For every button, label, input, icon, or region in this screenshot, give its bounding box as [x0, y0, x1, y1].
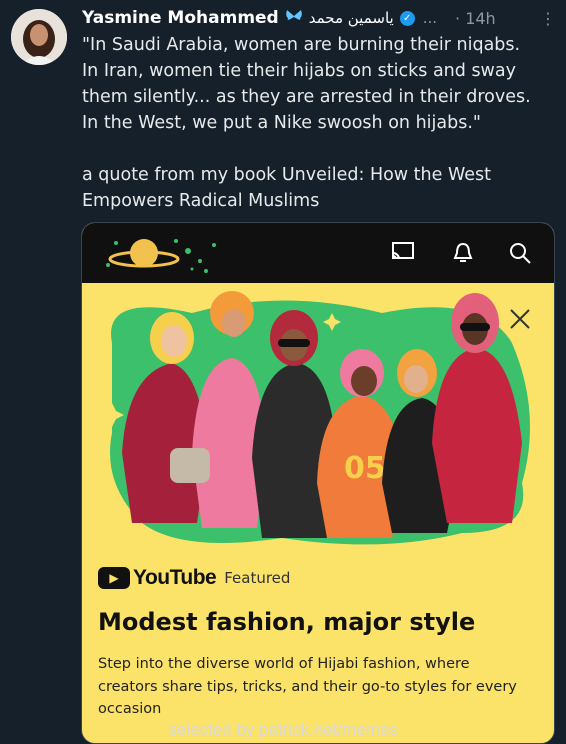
book-line: a quote from my book Unveiled: How the W… [82, 165, 491, 185]
media-card[interactable]: 05 ▶ YouTube Featured Modest fashion, ma… [81, 222, 555, 744]
app-top-bar [82, 223, 554, 283]
post-body: "In Saudi Arabia, women are burning thei… [82, 32, 552, 214]
quote-line: In the West, we put a Nike swoosh on hij… [82, 113, 481, 133]
card-title: Modest fashion, major style [98, 608, 476, 636]
illustration-group-of-women: 05 [100, 291, 530, 545]
youtube-wordmark: YouTube [133, 566, 217, 589]
planet-doodle-icon [106, 239, 216, 273]
quote-line: In Iran, women tie their hijabs on stick… [82, 61, 516, 81]
watermark: selected by patrick.net/memes [168, 720, 398, 739]
featured-label: Featured [224, 569, 291, 587]
description-line: occasion [98, 701, 162, 717]
verified-badge-icon: ✓ [399, 10, 415, 26]
description-line: Step into the diverse world of Hijabi fa… [98, 656, 470, 672]
close-icon[interactable] [508, 305, 532, 338]
more-options-icon[interactable]: ⋮ [540, 9, 556, 28]
ellipsis-text: ... [422, 9, 438, 27]
quote-line: them silently... as they are arrested in… [82, 87, 531, 107]
post-timestamp[interactable]: · 14h [455, 9, 496, 28]
bell-icon[interactable] [452, 241, 474, 270]
author-avatar[interactable] [11, 9, 67, 65]
author-name-arabic: ياسمين محمد [308, 9, 394, 27]
quote-line: "In Saudi Arabia, women are burning thei… [82, 35, 521, 55]
youtube-play-icon: ▶ [98, 567, 130, 589]
cast-icon[interactable] [390, 241, 416, 268]
description-line: creators share tips, tricks, and their g… [98, 678, 517, 695]
butterfly-icon [285, 9, 303, 27]
post-header: Yasmine Mohammed ياسمين محمد ✓ ... · 14h… [82, 6, 556, 30]
youtube-branding: ▶ YouTube Featured [98, 566, 290, 590]
card-description: Step into the diverse world of Hijabi fa… [98, 653, 518, 721]
jersey-number: 05 [344, 451, 386, 486]
search-icon[interactable] [508, 241, 532, 270]
book-line: Empowers Radical Muslims [82, 191, 320, 211]
author-name[interactable]: Yasmine Mohammed [82, 8, 279, 28]
